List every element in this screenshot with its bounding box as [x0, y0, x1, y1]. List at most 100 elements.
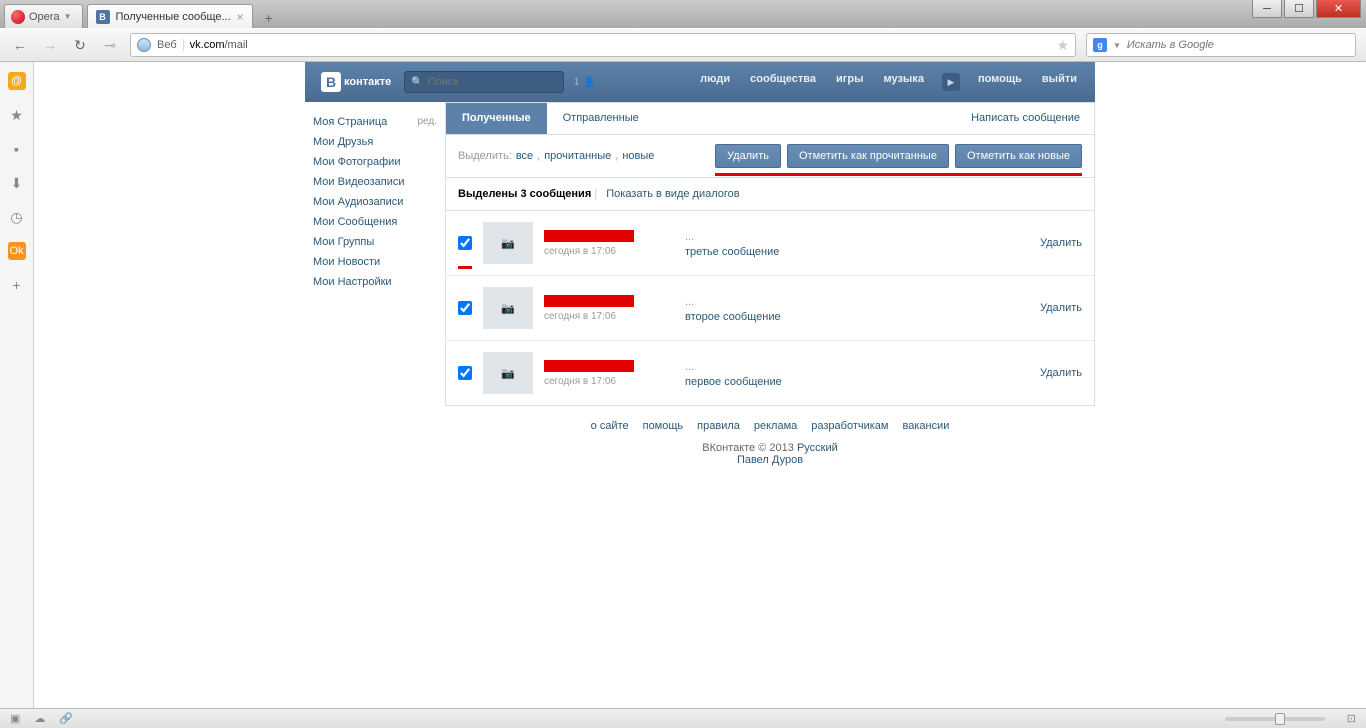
- nav-help[interactable]: помощь: [968, 73, 1032, 91]
- bookmark-star-icon[interactable]: ★: [1056, 37, 1069, 54]
- filter-read[interactable]: прочитанные: [544, 150, 611, 162]
- message-date: сегодня в 17:06: [544, 376, 674, 387]
- vk-nav: люди сообщества игры музыка ▶ помощь вый…: [690, 73, 1087, 91]
- url-text: vk.com/mail: [190, 39, 1051, 51]
- sidebar-item-mypage[interactable]: Моя Страницаред.: [311, 112, 439, 132]
- add-panel-icon[interactable]: +: [8, 276, 26, 294]
- footer-author[interactable]: Павел Дуров: [737, 454, 803, 466]
- sidebar-item-groups[interactable]: Мои Группы: [311, 232, 439, 252]
- vk-logo-icon: В: [321, 72, 341, 92]
- address-bar[interactable]: Веб vk.com/mail ★: [130, 33, 1076, 57]
- tab-sent[interactable]: Отправленные: [547, 103, 655, 134]
- window-close[interactable]: ✕: [1316, 0, 1361, 18]
- message-delete-link[interactable]: Удалить: [1040, 367, 1082, 379]
- mail-panel-icon[interactable]: @: [8, 72, 26, 90]
- message-checkbox[interactable]: [458, 236, 472, 250]
- message-delete-link[interactable]: Удалить: [1040, 302, 1082, 314]
- vk-search-input[interactable]: [428, 76, 570, 88]
- sender-name-redacted: [544, 360, 634, 372]
- sidebar-item-photos[interactable]: Мои Фотографии: [311, 152, 439, 172]
- google-icon: g: [1093, 38, 1107, 52]
- browser-toolbar: ← → ↻ ⊸ Веб vk.com/mail ★ g ▼: [0, 28, 1366, 62]
- delete-button[interactable]: Удалить: [715, 144, 781, 168]
- sender-name-redacted: [544, 230, 634, 242]
- nav-music[interactable]: музыка: [873, 73, 933, 91]
- footer-jobs[interactable]: вакансии: [902, 420, 949, 432]
- search-bar[interactable]: g ▼: [1086, 33, 1356, 57]
- window-maximize[interactable]: ☐: [1284, 0, 1314, 18]
- filter-all[interactable]: все: [516, 150, 533, 162]
- message-preview[interactable]: второе сообщение: [685, 311, 1029, 323]
- browser-status-bar: ▣ ☁ 🔗 ⊡: [0, 708, 1366, 728]
- filter-label: Выделить:: [458, 150, 512, 162]
- ok-panel-icon[interactable]: Ok: [8, 242, 26, 260]
- tab-received[interactable]: Полученные: [446, 103, 547, 134]
- message-row[interactable]: 📷 сегодня в 17:06 ... третье сообщение У…: [446, 211, 1094, 275]
- avatar: 📷: [483, 352, 533, 394]
- footer-help[interactable]: помощь: [643, 420, 684, 432]
- vk-search[interactable]: 🔍 1 👤: [404, 71, 564, 93]
- message-preview[interactable]: третье сообщение: [685, 246, 1029, 258]
- message-row[interactable]: 📷 сегодня в 17:06 ... второе сообщение У…: [446, 275, 1094, 340]
- message-delete-link[interactable]: Удалить: [1040, 237, 1082, 249]
- nav-logout[interactable]: выйти: [1032, 73, 1087, 91]
- history-panel-icon[interactable]: ◷: [8, 208, 26, 226]
- zoom-thumb[interactable]: [1275, 713, 1285, 725]
- reload-button[interactable]: ↻: [70, 35, 90, 55]
- message-date: сегодня в 17:06: [544, 311, 674, 322]
- panel-toggle-icon[interactable]: ▣: [10, 712, 20, 725]
- vk-logo[interactable]: В контакте: [313, 72, 399, 92]
- footer-dev[interactable]: разработчикам: [811, 420, 888, 432]
- downloads-panel-icon[interactable]: ⬇: [8, 174, 26, 192]
- sync-icon[interactable]: ☁: [34, 712, 45, 725]
- nav-communities[interactable]: сообщества: [740, 73, 826, 91]
- edit-link[interactable]: ред.: [417, 116, 437, 128]
- vk-footer: о сайте помощь правила реклама разработч…: [445, 406, 1095, 480]
- sidebar-item-news[interactable]: Мои Новости: [311, 252, 439, 272]
- vk-left-menu: Моя Страницаред. Мои Друзья Мои Фотограф…: [305, 102, 445, 480]
- footer-lang[interactable]: Русский: [797, 442, 838, 454]
- sidebar-item-messages[interactable]: Мои Сообщения: [311, 212, 439, 232]
- filter-new[interactable]: новые: [622, 150, 654, 162]
- selection-info: Выделены 3 сообщения | Показать в виде д…: [445, 178, 1095, 211]
- message-preview[interactable]: первое сообщение: [685, 376, 1029, 388]
- sidebar-item-settings[interactable]: Мои Настройки: [311, 272, 439, 292]
- message-checkbox[interactable]: [458, 301, 472, 315]
- back-button[interactable]: ←: [10, 35, 30, 55]
- footer-about[interactable]: о сайте: [591, 420, 629, 432]
- tab-title: Полученные сообще...: [116, 11, 231, 23]
- footer-ads[interactable]: реклама: [754, 420, 797, 432]
- message-checkbox[interactable]: [458, 366, 472, 380]
- bookmarks-panel-icon[interactable]: ★: [8, 106, 26, 124]
- vk-favicon-icon: B: [96, 10, 110, 24]
- sidebar-item-audio[interactable]: Мои Аудиозаписи: [311, 192, 439, 212]
- compose-link[interactable]: Написать сообщение: [957, 103, 1094, 134]
- new-tab-button[interactable]: +: [257, 8, 281, 28]
- chevron-down-icon[interactable]: ▼: [1113, 41, 1121, 50]
- nav-people[interactable]: люди: [690, 73, 740, 91]
- fit-width-icon[interactable]: ⊡: [1347, 712, 1356, 725]
- nav-more-icon[interactable]: ▶: [942, 73, 960, 91]
- opera-menu-button[interactable]: Opera ▼: [4, 4, 83, 28]
- tab-close-icon[interactable]: ×: [237, 10, 244, 24]
- nav-games[interactable]: игры: [826, 73, 873, 91]
- zoom-slider[interactable]: [1225, 717, 1325, 721]
- mark-new-button[interactable]: Отметить как новые: [955, 144, 1082, 168]
- browser-tab[interactable]: B Полученные сообще... ×: [87, 4, 253, 28]
- show-dialogs-link[interactable]: Показать в виде диалогов: [606, 188, 739, 200]
- avatar: 📷: [483, 287, 533, 329]
- browser-panel-sidebar: @ ★ ▪ ⬇ ◷ Ok +: [0, 62, 34, 708]
- notes-panel-icon[interactable]: ▪: [8, 140, 26, 158]
- wand-button[interactable]: ⊸: [100, 35, 120, 55]
- person-icon: 👤: [583, 77, 595, 88]
- opera-label: Opera: [29, 11, 60, 23]
- search-input[interactable]: [1127, 39, 1349, 51]
- sidebar-item-videos[interactable]: Мои Видеозаписи: [311, 172, 439, 192]
- forward-button[interactable]: →: [40, 35, 60, 55]
- mark-read-button[interactable]: Отметить как прочитанные: [787, 144, 949, 168]
- message-row[interactable]: 📷 сегодня в 17:06 ... первое сообщение У…: [446, 340, 1094, 405]
- link-icon[interactable]: 🔗: [59, 712, 73, 725]
- window-minimize[interactable]: ─: [1252, 0, 1282, 18]
- sidebar-item-friends[interactable]: Мои Друзья: [311, 132, 439, 152]
- footer-rules[interactable]: правила: [697, 420, 740, 432]
